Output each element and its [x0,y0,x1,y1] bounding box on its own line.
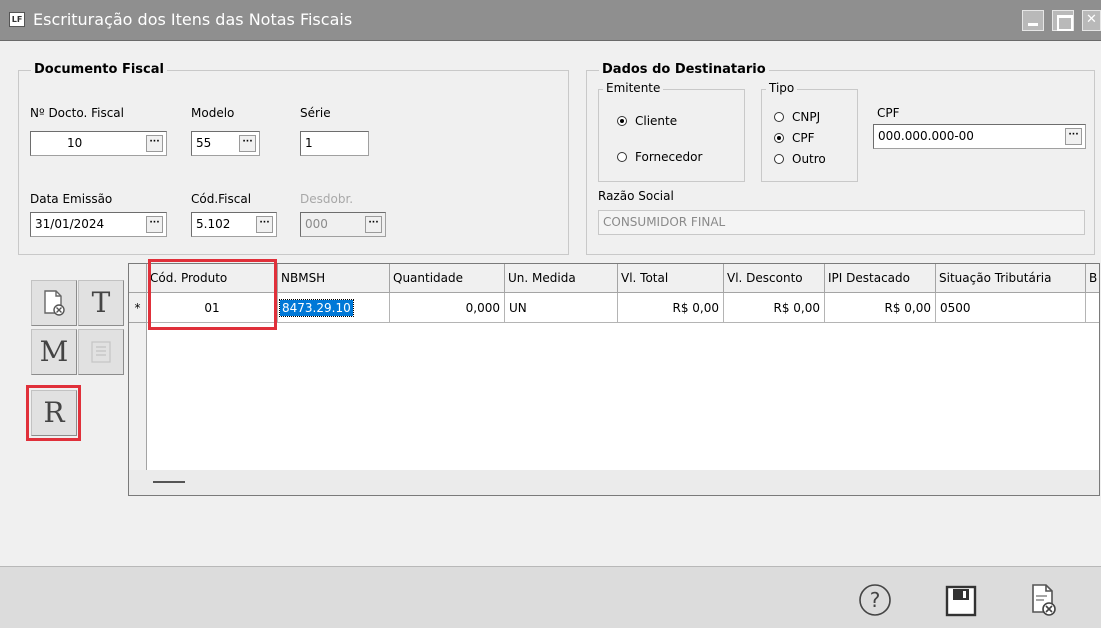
r-button[interactable]: R [31,390,77,436]
modelo-lookup-button[interactable]: ··· [239,135,256,152]
emitente-legend: Emitente [603,81,664,95]
row-indicator: * [129,293,147,323]
radio-cpf-indicator[interactable] [774,133,784,143]
cancel-document-button[interactable] [1027,582,1059,621]
desdobr-field: 000 ··· [300,212,386,237]
nr-docto-label: Nº Docto. Fiscal [30,106,124,120]
grid-row-header-area [129,323,147,470]
modelo-field[interactable]: 55 ··· [191,131,260,156]
radio-cpf[interactable]: CPF [774,131,815,145]
cell-vl-total[interactable]: R$ 0,00 [618,293,724,323]
destinatario-legend: Dados do Destinatario [599,62,769,77]
grid-scroll-indicator [153,481,185,483]
cell-un-medida[interactable]: UN [505,293,618,323]
cell-quantidade[interactable]: 0,000 [390,293,505,323]
radio-cliente[interactable]: Cliente [617,114,677,128]
col-header-vl-total[interactable]: Vl. Total [618,264,724,293]
app-icon: LF [9,12,25,27]
col-header-quantidade[interactable]: Quantidade [390,264,505,293]
cell-situacao-tributaria[interactable]: 0500 [936,293,1086,323]
cpf-label: CPF [877,106,900,120]
list-button [78,329,124,375]
col-header-b[interactable]: B [1086,264,1099,293]
title-bar: LF Escrituração dos Itens das Notas Fisc… [0,0,1101,41]
radio-fornecedor-indicator[interactable] [617,152,627,162]
col-header-cod-produto[interactable]: Cód. Produto [147,264,278,293]
maximize-button[interactable] [1052,10,1074,31]
documento-fiscal-legend: Documento Fiscal [31,62,167,77]
help-icon: ? [859,584,891,616]
radio-cliente-indicator[interactable] [617,116,627,126]
grid-corner [129,264,147,293]
save-button[interactable] [944,585,978,620]
document-delete-icon [44,290,65,316]
razao-social-label: Razão Social [598,189,674,203]
radio-outro[interactable]: Outro [774,152,826,166]
list-icon [91,341,111,363]
grid-footer-area [129,470,1099,495]
data-emissao-label: Data Emissão [30,192,113,206]
emitente-group: Emitente [598,81,745,182]
footer-bar [0,567,1101,628]
radio-outro-indicator[interactable] [774,154,784,164]
t-button[interactable]: T [78,280,124,326]
items-grid[interactable]: Cód. Produto NBMSH Quantidade Un. Medida… [128,263,1100,496]
m-button[interactable]: M [31,329,77,375]
cod-fiscal-label: Cód.Fiscal [191,192,252,206]
col-header-ipi-destacado[interactable]: IPI Destacado [825,264,936,293]
cell-cod-produto[interactable]: 01 [147,293,278,323]
desdobr-label: Desdobr. [300,192,354,206]
cod-fiscal-field[interactable]: 5.102 ··· [191,212,277,237]
nr-docto-field[interactable]: 10 ··· [30,131,167,156]
close-button[interactable] [1082,10,1101,31]
document-delete-icon [1032,584,1056,616]
serie-label: Série [300,106,331,120]
data-emissao-calendar-button[interactable]: ··· [146,216,163,233]
modelo-label: Modelo [191,106,235,120]
col-header-un-medida[interactable]: Un. Medida [505,264,618,293]
window-title: Escrituração dos Itens das Notas Fiscais [33,10,353,29]
tipo-legend: Tipo [766,81,798,95]
cell-nbmsh[interactable]: 8473.29.10 [278,293,390,323]
data-emissao-field[interactable]: 31/01/2024 ··· [30,212,167,237]
cell-vl-desconto[interactable]: R$ 0,00 [724,293,825,323]
radio-fornecedor[interactable]: Fornecedor [617,150,702,164]
cpf-field[interactable]: 000.000.000-00 ··· [873,124,1086,149]
cpf-lookup-button[interactable]: ··· [1065,128,1082,145]
col-header-nbmsh[interactable]: NBMSH [278,264,390,293]
col-header-vl-desconto[interactable]: Vl. Desconto [724,264,825,293]
document-clear-button[interactable] [31,280,77,326]
svg-text:?: ? [870,588,881,612]
minimize-button[interactable] [1022,10,1044,31]
radio-cnpj[interactable]: CNPJ [774,110,820,124]
save-icon [945,585,977,617]
cell-ipi-destacado[interactable]: R$ 0,00 [825,293,936,323]
serie-field[interactable]: 1 [300,131,369,156]
cod-fiscal-lookup-button[interactable]: ··· [256,216,273,233]
col-header-situacao-tributaria[interactable]: Situação Tributária [936,264,1086,293]
desdobr-lookup-button: ··· [365,216,382,233]
razao-social-field: CONSUMIDOR FINAL [598,210,1085,235]
cell-b[interactable] [1086,293,1099,323]
help-button[interactable]: ? [858,583,892,620]
radio-cnpj-indicator[interactable] [774,112,784,122]
nr-docto-lookup-button[interactable]: ··· [146,135,163,152]
